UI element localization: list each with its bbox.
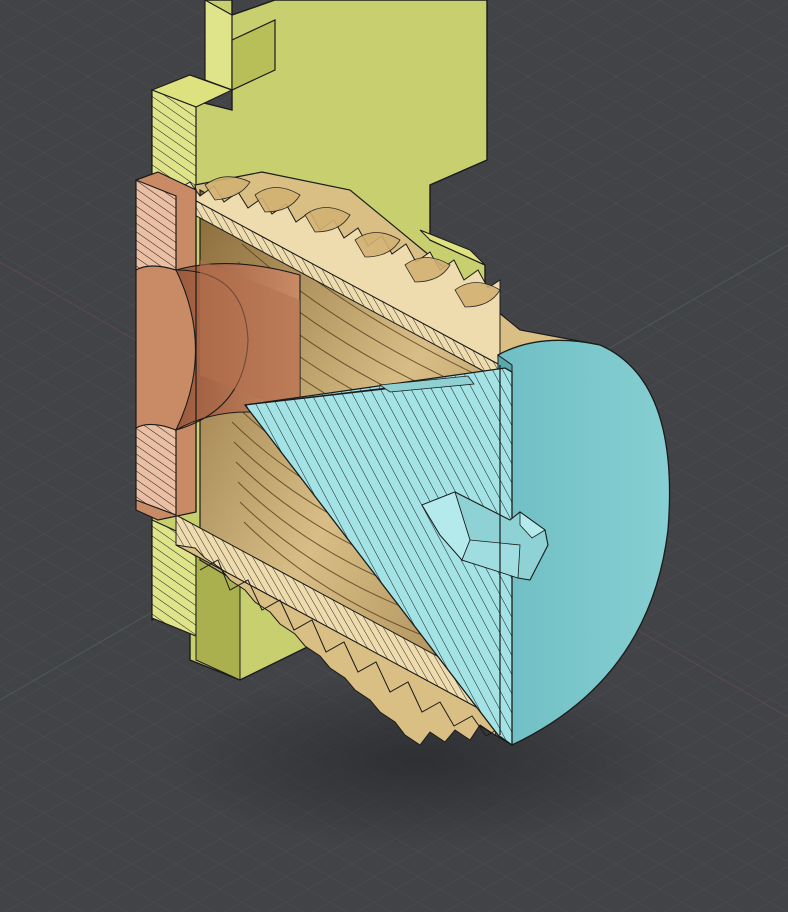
section-view-canvas[interactable] [0, 0, 788, 912]
nut-section-top [135, 179, 177, 272]
nut-section-bottom [135, 423, 177, 516]
cad-viewport[interactable] [0, 0, 788, 912]
